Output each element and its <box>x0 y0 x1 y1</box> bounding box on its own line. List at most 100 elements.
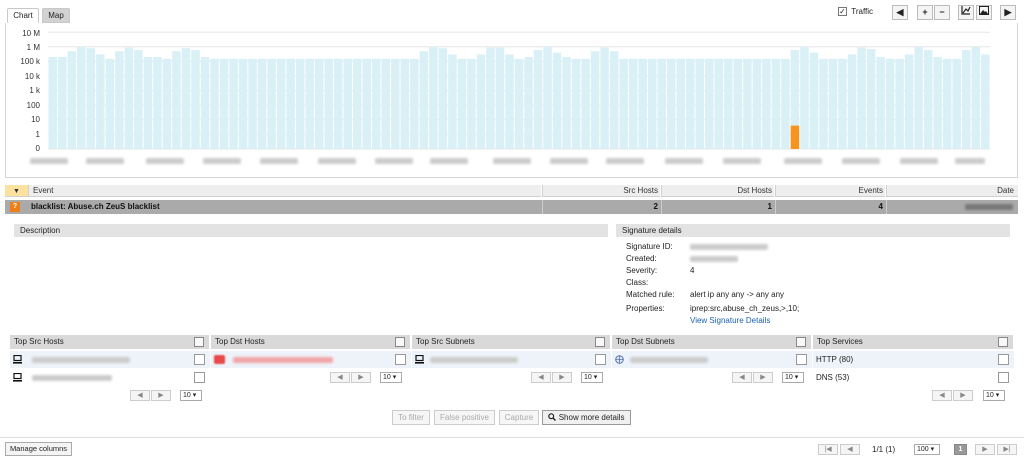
traffic-bar[interactable] <box>200 57 210 149</box>
prev-page-button[interactable]: ◀ <box>330 372 350 383</box>
traffic-bar[interactable] <box>467 58 476 149</box>
traffic-bar[interactable] <box>543 46 552 149</box>
row-checkbox[interactable] <box>796 354 807 365</box>
traffic-bar[interactable] <box>942 58 952 149</box>
page-size-select[interactable]: 10 ▾ <box>581 372 603 383</box>
select-all-checkbox[interactable] <box>796 337 806 347</box>
next-page-button[interactable]: ▶ <box>753 372 773 383</box>
list-item[interactable] <box>211 351 411 368</box>
row-checkbox[interactable] <box>595 354 606 365</box>
traffic-bar[interactable] <box>305 58 314 149</box>
traffic-bar[interactable] <box>705 58 714 149</box>
show-more-details-button[interactable]: Show more details <box>542 410 631 425</box>
column-header-events[interactable]: Events <box>775 185 885 197</box>
play-button[interactable]: ▶ <box>1000 5 1016 20</box>
traffic-bar[interactable] <box>400 58 410 149</box>
traffic-bar[interactable] <box>686 58 695 149</box>
row-checkbox[interactable] <box>998 372 1009 383</box>
traffic-bar[interactable] <box>524 57 533 149</box>
traffic-bar[interactable] <box>809 52 819 149</box>
column-header-event[interactable]: Event <box>28 185 541 197</box>
chart-type-icon-button[interactable] <box>958 5 974 20</box>
column-header-dst-hosts[interactable]: Dst Hosts <box>661 185 774 197</box>
traffic-bar[interactable] <box>952 58 961 149</box>
traffic-bar[interactable] <box>819 58 828 149</box>
traffic-bar[interactable] <box>971 46 980 149</box>
traffic-bar[interactable] <box>391 58 400 149</box>
traffic-bar[interactable] <box>914 46 923 149</box>
traffic-bar[interactable] <box>229 58 238 149</box>
tab-chart[interactable]: Chart <box>7 8 39 23</box>
traffic-bar[interactable] <box>724 58 733 149</box>
traffic-bar[interactable] <box>695 58 705 149</box>
traffic-bar[interactable] <box>533 50 543 149</box>
page-size-select[interactable]: 10 ▾ <box>180 390 202 401</box>
next-page-button[interactable]: ▶ <box>552 372 572 383</box>
current-page-button[interactable]: 1 <box>954 444 967 455</box>
traffic-bar[interactable] <box>429 46 438 149</box>
prev-page-button[interactable]: ◀ <box>932 390 952 401</box>
traffic-bar[interactable] <box>96 54 105 149</box>
row-checkbox[interactable] <box>998 354 1009 365</box>
prev-page-button[interactable]: ◀ <box>130 390 150 401</box>
traffic-bar[interactable] <box>866 49 876 149</box>
prev-button[interactable]: ◀ <box>892 5 908 20</box>
traffic-bar[interactable] <box>457 58 467 149</box>
traffic-bar[interactable] <box>448 54 457 149</box>
traffic-bar[interactable] <box>67 51 77 150</box>
next-page-button[interactable]: ▶ <box>351 372 371 383</box>
next-page-button[interactable]: ▶ <box>975 444 995 455</box>
traffic-bar[interactable] <box>324 58 333 149</box>
list-item[interactable]: HTTP (80) <box>813 351 1014 368</box>
prev-page-button[interactable]: ◀ <box>732 372 752 383</box>
traffic-bar[interactable] <box>48 57 58 149</box>
prev-page-button[interactable]: ◀ <box>840 444 860 455</box>
traffic-bar[interactable] <box>238 58 248 149</box>
traffic-bar[interactable] <box>314 58 324 149</box>
traffic-bar[interactable] <box>876 57 885 149</box>
page-size-select[interactable]: 100 ▾ <box>914 444 940 455</box>
list-item[interactable] <box>10 351 210 368</box>
traffic-bar[interactable] <box>581 58 590 149</box>
traffic-bar[interactable] <box>838 58 847 149</box>
traffic-bar[interactable] <box>219 58 229 149</box>
zoom-in-button[interactable]: + <box>917 5 933 20</box>
traffic-bar[interactable] <box>181 48 191 149</box>
traffic-bar[interactable] <box>647 58 657 149</box>
traffic-bar[interactable] <box>381 58 391 149</box>
list-item[interactable] <box>10 369 210 386</box>
traffic-bar[interactable] <box>276 58 286 149</box>
traffic-bar[interactable] <box>343 58 352 149</box>
view-signature-link[interactable]: View Signature Details <box>690 316 770 325</box>
page-size-select[interactable]: 10 ▾ <box>380 372 402 383</box>
traffic-bar[interactable] <box>904 54 914 149</box>
row-checkbox[interactable] <box>194 372 205 383</box>
traffic-bar[interactable] <box>495 47 505 149</box>
page-size-select[interactable]: 10 ▾ <box>782 372 804 383</box>
traffic-bar[interactable] <box>372 58 381 149</box>
capture-button[interactable]: Capture <box>499 410 539 425</box>
traffic-bar[interactable] <box>933 57 942 149</box>
traffic-bar[interactable] <box>210 58 219 149</box>
select-all-checkbox[interactable] <box>395 337 405 347</box>
traffic-bar[interactable] <box>333 58 343 149</box>
traffic-bar[interactable] <box>923 50 933 149</box>
traffic-bar[interactable] <box>676 58 686 149</box>
traffic-bar[interactable] <box>115 51 124 150</box>
traffic-bar[interactable] <box>752 58 762 149</box>
traffic-bar[interactable] <box>628 58 638 149</box>
column-header-src-hosts[interactable]: Src Hosts <box>542 185 660 197</box>
to-filter-button[interactable]: To filter <box>392 410 430 425</box>
traffic-bar[interactable] <box>638 58 647 149</box>
first-page-button[interactable]: |◀ <box>818 444 838 455</box>
column-sort-toggle[interactable]: ▼ <box>5 185 28 197</box>
traffic-bar[interactable] <box>295 58 305 149</box>
traffic-bar[interactable] <box>267 58 276 149</box>
prev-page-button[interactable]: ◀ <box>531 372 551 383</box>
traffic-bar[interactable] <box>771 58 781 149</box>
select-all-checkbox[interactable] <box>998 337 1008 347</box>
traffic-toggle[interactable]: ✓ Traffic <box>838 6 873 18</box>
traffic-bar[interactable] <box>733 58 743 149</box>
traffic-bar[interactable] <box>362 58 372 149</box>
traffic-bar[interactable] <box>134 50 143 149</box>
